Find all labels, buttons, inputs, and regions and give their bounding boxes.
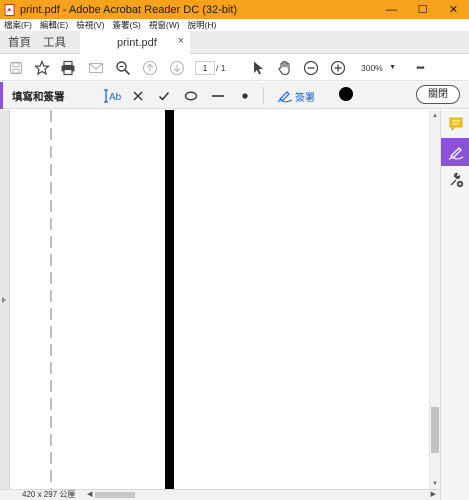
minimize-button[interactable]: — xyxy=(376,0,407,19)
tab-tools[interactable]: 工具 xyxy=(43,31,66,53)
solid-black-line xyxy=(165,110,174,489)
close-fill-sign-button[interactable]: 關閉 xyxy=(416,85,460,104)
tab-home[interactable]: 首頁 xyxy=(8,31,31,53)
more-tools-icon[interactable] xyxy=(441,166,469,194)
page-down-icon[interactable] xyxy=(167,58,187,78)
main-toolbar: 1 / 1 300% ▼ ••• xyxy=(0,54,469,81)
svg-text:Ab: Ab xyxy=(109,92,122,103)
sign-label: 簽署 xyxy=(295,92,315,104)
zoom-in-icon[interactable] xyxy=(328,58,348,78)
search-icon[interactable] xyxy=(113,58,133,78)
scroll-right-icon[interactable]: ▶ xyxy=(431,490,436,500)
tab-close-icon[interactable]: × xyxy=(178,35,184,47)
acrobat-app-icon xyxy=(4,3,16,16)
tab-bar: 首頁 工具 print.pdf × xyxy=(0,31,469,54)
left-navigation-pane[interactable] xyxy=(0,110,10,489)
dot-icon[interactable] xyxy=(239,86,251,106)
vertical-scrollbar[interactable]: ▲ ▼ xyxy=(429,110,440,489)
vertical-scroll-thumb[interactable] xyxy=(431,407,439,453)
check-icon[interactable] xyxy=(157,86,171,106)
more-options-icon[interactable]: ••• xyxy=(410,58,430,78)
email-icon[interactable] xyxy=(86,58,106,78)
fill-sign-toolbar: 填寫和簽署 Ab 簽署 xyxy=(0,82,469,109)
comment-icon[interactable] xyxy=(441,110,469,138)
menu-view[interactable]: 檢視(V) xyxy=(72,19,108,31)
select-arrow-icon[interactable] xyxy=(248,58,268,78)
tab-document-label: print.pdf xyxy=(117,36,157,49)
toolbar-divider xyxy=(263,87,264,104)
menu-file[interactable]: 檔案(F) xyxy=(0,19,36,31)
dashed-line xyxy=(50,110,52,489)
chevron-down-icon: ▼ xyxy=(389,64,396,71)
toolbar-accent xyxy=(0,82,3,109)
page-size-label: 420 x 297 公厘 xyxy=(22,490,76,499)
menu-window[interactable]: 視窗(W) xyxy=(145,19,184,31)
add-text-tool[interactable]: Ab xyxy=(103,86,123,106)
scroll-left-icon[interactable]: ◀ xyxy=(87,490,92,500)
print-icon[interactable] xyxy=(58,58,78,78)
zoom-select[interactable]: 300% ▼ xyxy=(355,61,399,75)
page-number-input[interactable]: 1 xyxy=(195,61,215,75)
hand-icon[interactable] xyxy=(275,58,295,78)
tab-document[interactable]: print.pdf × xyxy=(80,31,190,54)
sign-pen-icon xyxy=(277,91,293,103)
right-tools-pane xyxy=(440,110,469,500)
line-icon[interactable] xyxy=(211,86,225,106)
zoom-value: 300% xyxy=(361,63,383,73)
scroll-down-icon[interactable]: ▼ xyxy=(432,481,438,487)
close-window-button[interactable]: ✕ xyxy=(438,0,469,19)
page-up-icon[interactable] xyxy=(140,58,160,78)
color-picker[interactable] xyxy=(339,87,353,101)
window-title: print.pdf - Adobe Acrobat Reader DC (32-… xyxy=(20,3,238,16)
status-bar: 420 x 297 公厘 ◀ ▶ xyxy=(0,489,440,500)
page-total: / 1 xyxy=(216,63,226,73)
save-icon[interactable] xyxy=(6,58,26,78)
sign-button[interactable]: 簽署 xyxy=(277,86,315,106)
menu-edit[interactable]: 編輯(E) xyxy=(36,19,72,31)
expand-pane-icon[interactable] xyxy=(2,297,6,303)
title-bar: print.pdf - Adobe Acrobat Reader DC (32-… xyxy=(0,0,469,19)
bookmark-star-icon[interactable] xyxy=(32,58,52,78)
menu-bar: 檔案(F) 編輯(E) 檢視(V) 簽署(S) 視窗(W) 說明(H) xyxy=(0,19,469,31)
horizontal-scroll-thumb[interactable] xyxy=(95,492,135,498)
horizontal-scrollbar[interactable]: ◀ ▶ xyxy=(85,490,440,500)
menu-sign[interactable]: 簽署(S) xyxy=(109,19,145,31)
fill-sign-title: 填寫和簽署 xyxy=(12,91,65,103)
zoom-out-icon[interactable] xyxy=(301,58,321,78)
ellipse-icon[interactable] xyxy=(183,86,199,106)
menu-help[interactable]: 說明(H) xyxy=(184,19,221,31)
scroll-up-icon[interactable]: ▲ xyxy=(432,113,438,119)
maximize-button[interactable]: ☐ xyxy=(407,0,438,19)
fill-sign-icon[interactable] xyxy=(441,138,469,166)
cross-icon[interactable] xyxy=(131,86,145,106)
document-view[interactable] xyxy=(11,110,429,489)
